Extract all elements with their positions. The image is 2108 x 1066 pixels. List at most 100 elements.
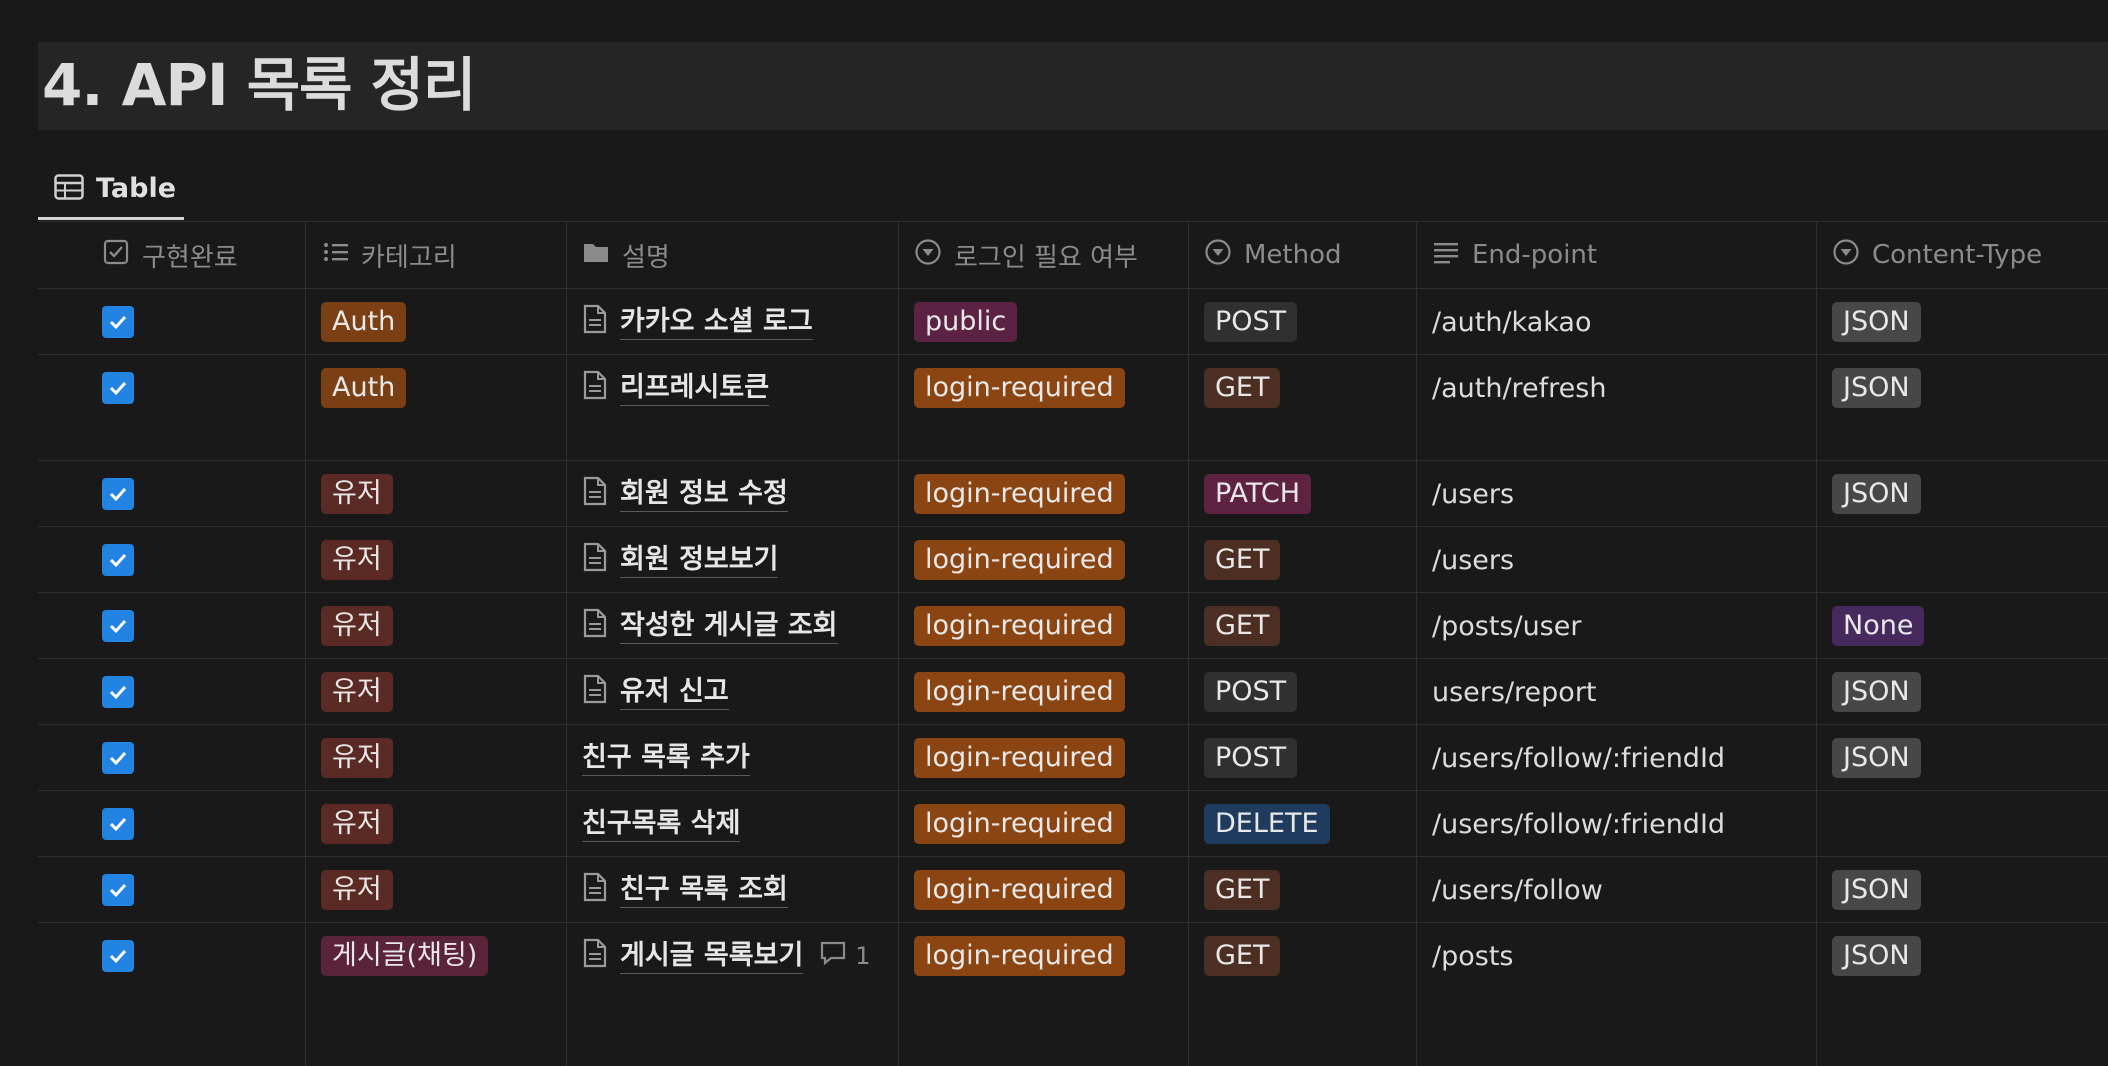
tab-table[interactable]: Table — [38, 160, 184, 220]
column-header[interactable]: 설명 — [582, 222, 670, 288]
login-cell[interactable]: login-required — [914, 672, 1125, 712]
endpoint-cell[interactable]: users/report — [1432, 672, 1597, 712]
description-cell[interactable]: 친구목록 삭제 — [582, 804, 741, 844]
column-header[interactable]: End-point — [1432, 222, 1597, 288]
done-checkbox[interactable] — [102, 738, 134, 778]
column-header[interactable]: Content-Type — [1832, 222, 2042, 288]
method-cell[interactable]: POST — [1204, 738, 1298, 778]
done-checkbox[interactable] — [102, 302, 134, 342]
description-link[interactable]: 친구목록 삭제 — [582, 807, 741, 842]
endpoint-cell[interactable]: /auth/refresh — [1432, 368, 1606, 408]
done-checkbox[interactable] — [102, 606, 134, 646]
description-link[interactable]: 리프레시토큰 — [620, 371, 770, 406]
method-cell[interactable]: GET — [1204, 870, 1281, 910]
column-header[interactable]: 로그인 필요 여부 — [914, 222, 1138, 288]
category-cell[interactable]: Auth — [321, 368, 407, 408]
category-cell[interactable]: 유저 — [321, 672, 393, 712]
description-link[interactable]: 친구 목록 조회 — [620, 873, 788, 908]
description-cell[interactable]: 작성한 게시글 조회 — [582, 606, 838, 646]
table-icon — [54, 173, 84, 204]
category-cell[interactable]: Auth — [321, 302, 407, 342]
login-cell[interactable]: login-required — [914, 606, 1125, 646]
column-header[interactable]: 구현완료 — [102, 222, 238, 288]
method-cell[interactable]: GET — [1204, 368, 1281, 408]
method-cell[interactable]: PATCH — [1204, 474, 1311, 514]
login-cell[interactable]: login-required — [914, 738, 1125, 778]
content-type-cell[interactable]: JSON — [1832, 368, 1921, 408]
method-cell[interactable]: GET — [1204, 936, 1281, 976]
category-cell[interactable]: 유저 — [321, 804, 393, 844]
endpoint-cell[interactable]: /auth/kakao — [1432, 302, 1591, 342]
description-link[interactable]: 친구 목록 추가 — [582, 741, 750, 776]
method-cell[interactable]: POST — [1204, 302, 1298, 342]
method-cell[interactable]: GET — [1204, 540, 1281, 580]
done-checkbox[interactable] — [102, 672, 134, 712]
content-type-cell[interactable]: None — [1832, 606, 1925, 646]
endpoint-cell[interactable]: /users/follow/:friendId — [1432, 738, 1725, 778]
checkbox[interactable] — [102, 808, 134, 840]
method-cell[interactable]: DELETE — [1204, 804, 1330, 844]
description-cell[interactable]: 유저 신고 — [582, 672, 729, 712]
description-link[interactable]: 게시글 목록보기 — [620, 939, 804, 974]
checkbox[interactable] — [102, 940, 134, 972]
content-type-cell[interactable]: JSON — [1832, 936, 1921, 976]
description-cell[interactable]: 친구 목록 조회 — [582, 870, 788, 910]
description-link[interactable]: 회원 정보 수정 — [620, 477, 788, 512]
login-tag: login-required — [914, 606, 1125, 646]
description-link[interactable]: 카카오 소셜 로그 — [620, 305, 813, 340]
done-checkbox[interactable] — [102, 936, 134, 976]
page-title[interactable]: 4. API 목록 정리 — [42, 46, 476, 124]
category-cell[interactable]: 유저 — [321, 606, 393, 646]
description-cell[interactable]: 게시글 목록보기 1 — [582, 936, 871, 976]
login-cell[interactable]: login-required — [914, 368, 1125, 408]
login-cell[interactable]: public — [914, 302, 1018, 342]
endpoint-cell[interactable]: /users — [1432, 540, 1514, 580]
description-cell[interactable]: 리프레시토큰 — [582, 368, 770, 408]
category-cell[interactable]: 유저 — [321, 540, 393, 580]
description-cell[interactable]: 회원 정보 수정 — [582, 474, 788, 514]
checkbox[interactable] — [102, 478, 134, 510]
content-type-cell[interactable]: JSON — [1832, 870, 1921, 910]
endpoint-cell[interactable]: /posts/user — [1432, 606, 1581, 646]
done-checkbox[interactable] — [102, 474, 134, 514]
checkbox[interactable] — [102, 544, 134, 576]
description-link[interactable]: 유저 신고 — [620, 675, 729, 710]
description-cell[interactable]: 친구 목록 추가 — [582, 738, 750, 778]
endpoint-cell[interactable]: /users — [1432, 474, 1514, 514]
comment-indicator[interactable]: 1 — [819, 940, 871, 972]
description-link[interactable]: 회원 정보보기 — [620, 543, 779, 578]
checkbox[interactable] — [102, 306, 134, 338]
description-link[interactable]: 작성한 게시글 조회 — [620, 609, 838, 644]
done-checkbox[interactable] — [102, 804, 134, 844]
done-checkbox[interactable] — [102, 870, 134, 910]
checkbox[interactable] — [102, 874, 134, 906]
method-cell[interactable]: GET — [1204, 606, 1281, 646]
done-checkbox[interactable] — [102, 540, 134, 580]
checkbox[interactable] — [102, 372, 134, 404]
description-cell[interactable]: 회원 정보보기 — [582, 540, 779, 580]
category-cell[interactable]: 유저 — [321, 870, 393, 910]
content-type-cell[interactable]: JSON — [1832, 672, 1921, 712]
endpoint-cell[interactable]: /users/follow/:friendId — [1432, 804, 1725, 844]
category-cell[interactable]: 게시글(채팅) — [321, 936, 489, 976]
done-checkbox[interactable] — [102, 368, 134, 408]
category-cell[interactable]: 유저 — [321, 738, 393, 778]
column-header[interactable]: Method — [1204, 222, 1342, 288]
login-cell[interactable]: login-required — [914, 870, 1125, 910]
content-type-cell[interactable]: JSON — [1832, 474, 1921, 514]
description-cell[interactable]: 카카오 소셜 로그 — [582, 302, 813, 342]
method-cell[interactable]: POST — [1204, 672, 1298, 712]
login-cell[interactable]: login-required — [914, 804, 1125, 844]
checkbox[interactable] — [102, 742, 134, 774]
login-cell[interactable]: login-required — [914, 936, 1125, 976]
login-cell[interactable]: login-required — [914, 474, 1125, 514]
column-header[interactable]: 카테고리 — [321, 222, 457, 288]
endpoint-cell[interactable]: /posts — [1432, 936, 1513, 976]
content-type-cell[interactable]: JSON — [1832, 738, 1921, 778]
checkbox[interactable] — [102, 676, 134, 708]
endpoint-cell[interactable]: /users/follow — [1432, 870, 1603, 910]
content-type-cell[interactable]: JSON — [1832, 302, 1921, 342]
checkbox[interactable] — [102, 610, 134, 642]
category-cell[interactable]: 유저 — [321, 474, 393, 514]
login-cell[interactable]: login-required — [914, 540, 1125, 580]
